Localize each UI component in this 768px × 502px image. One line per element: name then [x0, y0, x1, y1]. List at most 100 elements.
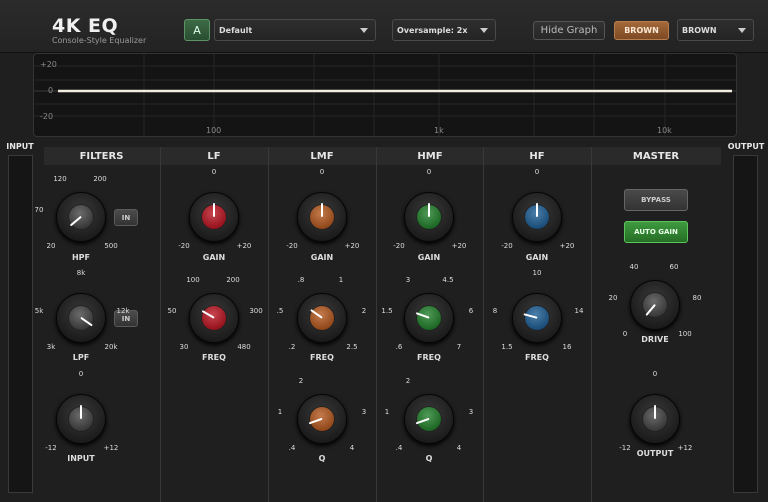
console-model-button[interactable]: BROWN — [614, 21, 669, 40]
output-tick-label: 0 — [652, 370, 658, 378]
hpf-tick-label: 20 — [46, 242, 56, 250]
output-meter-label: OUTPUT — [727, 142, 765, 151]
lmf-q-tick-label: .4 — [288, 444, 296, 452]
lmf-gain-knob-label: GAIN — [310, 253, 334, 262]
hmf-q-knob[interactable] — [404, 394, 454, 444]
lf-gain-knob[interactable] — [189, 192, 239, 242]
graph-x-label: 1k — [434, 126, 444, 135]
hf-gain-tick-label: +20 — [559, 242, 575, 250]
lmf-freq-knob[interactable] — [297, 293, 347, 343]
lpf-tick-label: 5k — [34, 307, 44, 315]
lf-freq-tick-label: 100 — [186, 276, 200, 284]
filters-section-title: FILTERS — [79, 151, 124, 162]
chevron-down-icon — [480, 28, 488, 33]
lf-gain-tick-label: 0 — [211, 168, 217, 176]
hf-section-title: HF — [529, 151, 545, 162]
drive-tick-label: 60 — [669, 263, 679, 271]
lf-freq-tick-label: 30 — [179, 343, 189, 351]
input-tick-label: 0 — [78, 370, 84, 378]
input-knob-label: INPUT — [67, 454, 95, 463]
auto-gain-button[interactable]: AUTO GAIN — [624, 221, 688, 243]
hpf-in-button[interactable]: IN — [114, 209, 138, 226]
lmf-section-title: LMF — [310, 151, 334, 162]
oversample-select-value: Oversample: 2x — [397, 25, 468, 35]
input-knob[interactable] — [56, 394, 106, 444]
hmf-gain-knob-pointer — [428, 203, 430, 217]
output-knob-pointer — [654, 405, 656, 419]
lpf-tick-label: 12k — [116, 307, 130, 315]
input-meter-label: INPUT — [6, 142, 34, 151]
console-model-select[interactable]: BROWN — [677, 19, 754, 41]
input-tick-label: +12 — [103, 444, 119, 452]
hpf-tick-label: 120 — [53, 175, 67, 183]
input-tick-label: -12 — [45, 444, 57, 452]
hmf-freq-tick-label: 3 — [405, 276, 411, 284]
lf-gain-tick-label: +20 — [236, 242, 252, 250]
eq-graph-grid — [34, 54, 736, 136]
graph-y-label: -20 — [40, 112, 54, 121]
hmf-q-tick-label: 4 — [456, 444, 462, 452]
plugin-subtitle: Console-Style Equalizer — [52, 36, 147, 45]
eq-curve-graph[interactable]: +20 0 -20 100 1k 10k — [33, 53, 737, 137]
hpf-knob[interactable] — [56, 192, 106, 242]
output-knob[interactable] — [630, 394, 680, 444]
input-knob-pointer — [80, 405, 82, 419]
hmf-freq-tick-label: 1.5 — [381, 307, 393, 315]
oversample-select[interactable]: Oversample: 2x — [392, 19, 496, 41]
hmf-section-title: HMF — [417, 151, 443, 162]
hf-freq-tick-label: 1.5 — [501, 343, 513, 351]
chevron-down-icon — [738, 28, 746, 33]
chevron-down-icon — [360, 28, 368, 33]
lf-freq-tick-label: 50 — [167, 307, 177, 315]
lf-freq-tick-label: 480 — [237, 343, 251, 351]
bypass-button[interactable]: BYPASS — [624, 189, 688, 211]
lpf-knob[interactable] — [56, 293, 106, 343]
hmf-q-tick-label: 3 — [468, 408, 474, 416]
hide-graph-button[interactable]: Hide Graph — [533, 21, 605, 40]
lmf-freq-tick-label: .2 — [288, 343, 296, 351]
lf-section-title: LF — [207, 151, 221, 162]
lmf-gain-knob[interactable] — [297, 192, 347, 242]
output-meter — [733, 155, 758, 493]
hmf-freq-knob[interactable] — [404, 293, 454, 343]
graph-y-label: +20 — [40, 60, 57, 69]
hf-freq-knob[interactable] — [512, 293, 562, 343]
hmf-gain-knob[interactable] — [404, 192, 454, 242]
lf-freq-knob[interactable] — [189, 293, 239, 343]
console-model-select-value: BROWN — [682, 25, 717, 35]
hf-freq-tick-label: 10 — [532, 269, 542, 277]
drive-knob[interactable] — [630, 280, 680, 330]
hmf-freq-tick-label: 7 — [456, 343, 462, 351]
drive-knob-label: DRIVE — [641, 335, 669, 344]
graph-x-label: 10k — [657, 126, 672, 135]
preset-select-value: Default — [219, 25, 253, 35]
hf-freq-knob-label: FREQ — [525, 353, 549, 362]
lmf-gain-tick-label: +20 — [344, 242, 360, 250]
lmf-gain-tick-label: -20 — [286, 242, 298, 250]
preset-select[interactable]: Default — [214, 19, 376, 41]
hf-gain-knob-pointer — [536, 203, 538, 217]
hmf-freq-tick-label: .6 — [395, 343, 403, 351]
drive-tick-label: 40 — [629, 263, 639, 271]
lmf-q-tick-label: 2 — [298, 377, 304, 385]
hmf-q-knob-label: Q — [425, 454, 433, 463]
hf-gain-tick-label: -20 — [501, 242, 513, 250]
lmf-freq-knob-label: FREQ — [310, 353, 334, 362]
lmf-q-knob[interactable] — [297, 394, 347, 444]
lmf-freq-tick-label: .5 — [276, 307, 284, 315]
lmf-freq-tick-label: 2.5 — [346, 343, 358, 351]
ab-compare-button[interactable]: A — [184, 19, 210, 41]
lf-freq-tick-label: 200 — [226, 276, 240, 284]
section-divider — [268, 147, 269, 502]
section-divider — [483, 147, 484, 502]
lmf-gain-knob-pointer — [321, 203, 323, 217]
drive-tick-label: 20 — [608, 294, 618, 302]
hf-gain-knob[interactable] — [512, 192, 562, 242]
lf-gain-tick-label: -20 — [178, 242, 190, 250]
lmf-q-knob-label: Q — [318, 454, 326, 463]
graph-x-label: 100 — [206, 126, 222, 135]
lmf-q-tick-label: 1 — [277, 408, 283, 416]
hf-freq-tick-label: 16 — [562, 343, 572, 351]
hf-freq-knob-cap — [524, 305, 550, 331]
hmf-q-tick-label: 1 — [384, 408, 390, 416]
